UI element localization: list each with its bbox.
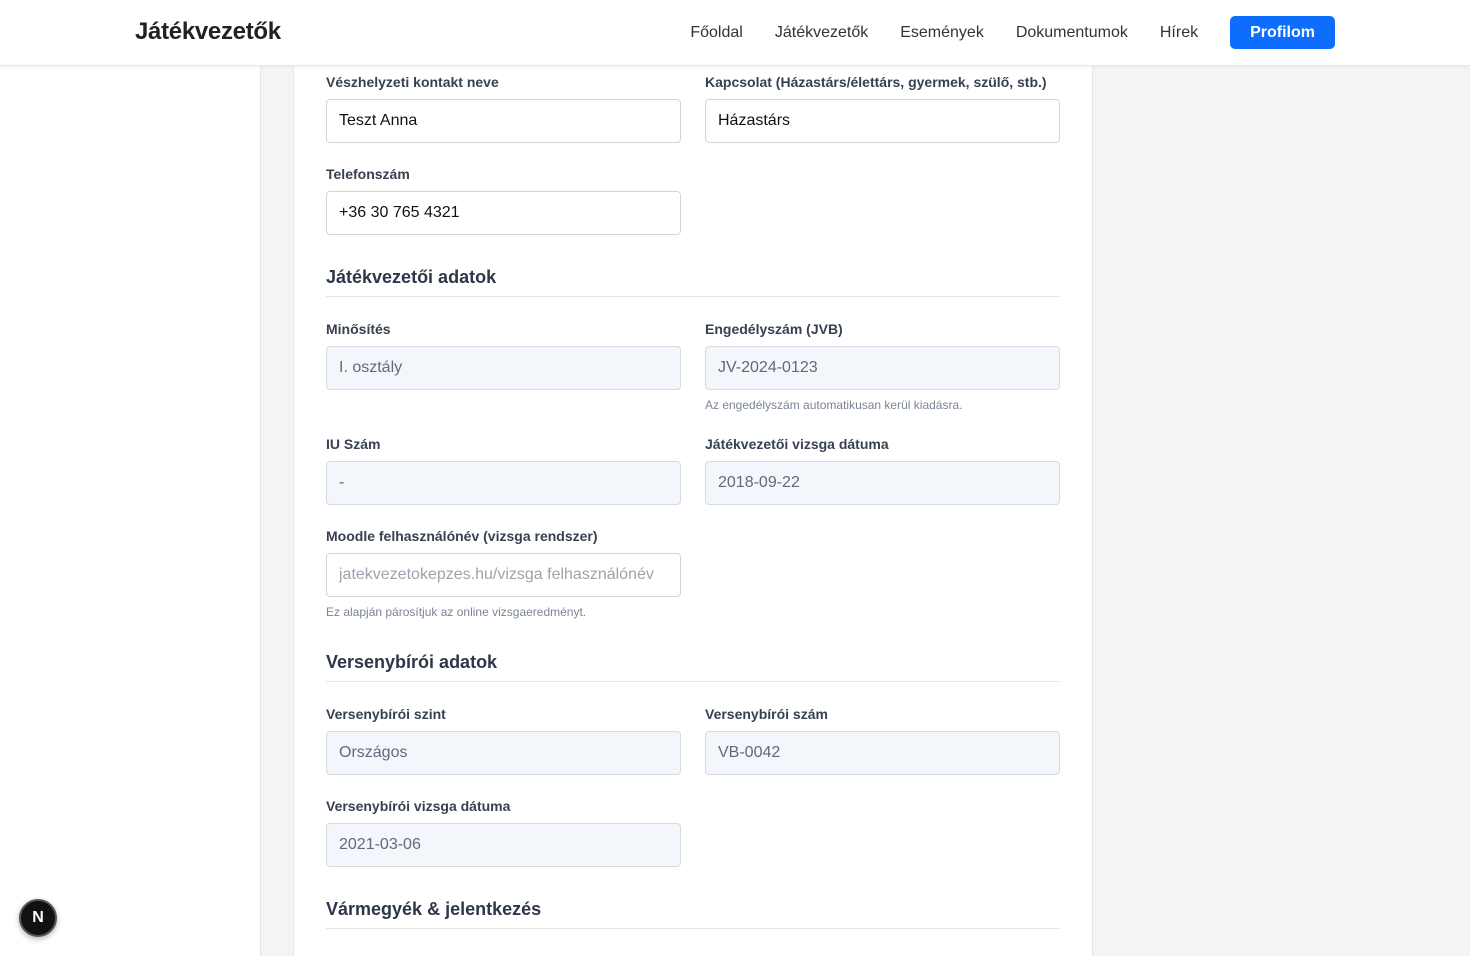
emergency-relation-label: Kapcsolat (Házastárs/élettárs, gyermek, … bbox=[705, 74, 1047, 90]
counties-section-title: Vármegyék & jelentkezés bbox=[326, 899, 1060, 929]
competition-section-title: Versenybírói adatok bbox=[326, 652, 1060, 682]
competition-exam-date-field: Versenybírói vizsga dátuma bbox=[326, 798, 681, 867]
moodle-help-text: Ez alapján párosítjuk az online vizsgaer… bbox=[326, 605, 587, 619]
emergency-phone-label: Telefonszám bbox=[326, 166, 410, 182]
emergency-contact-name-input[interactable] bbox=[326, 99, 681, 143]
page-background-left bbox=[0, 66, 260, 956]
emergency-relation-field: Kapcsolat (Házastárs/élettárs, gyermek, … bbox=[705, 74, 1060, 143]
side-rail bbox=[260, 66, 293, 956]
iu-number-field: IU Szám bbox=[326, 436, 681, 505]
moodle-username-label: Moodle felhasználónév (vizsga rendszer) bbox=[326, 528, 598, 544]
moodle-username-field: Moodle felhasználónév (vizsga rendszer) … bbox=[326, 528, 681, 619]
license-help-text: Az engedélyszám automatikusan kerül kiad… bbox=[705, 398, 963, 412]
iu-number-label: IU Szám bbox=[326, 436, 381, 452]
competition-number-input[interactable] bbox=[705, 731, 1060, 775]
license-label: Engedélyszám (JVB) bbox=[705, 321, 843, 337]
competition-number-field: Versenybírói szám bbox=[705, 706, 1060, 775]
license-field: Engedélyszám (JVB) Az engedélyszám autom… bbox=[705, 321, 1060, 412]
rating-field: Minősítés bbox=[326, 321, 681, 390]
license-input[interactable] bbox=[705, 346, 1060, 390]
moodle-username-input[interactable] bbox=[326, 553, 681, 597]
top-navbar: Játékvezetők Főoldal Játékvezetők Esemén… bbox=[0, 0, 1470, 66]
iu-number-input[interactable] bbox=[326, 461, 681, 505]
competition-level-label: Versenybírói szint bbox=[326, 706, 446, 722]
emergency-phone-field: Telefonszám bbox=[326, 166, 681, 235]
competition-exam-date-label: Versenybírói vizsga dátuma bbox=[326, 798, 511, 814]
emergency-phone-input[interactable] bbox=[326, 191, 681, 235]
brand-title[interactable]: Játékvezetők bbox=[135, 18, 281, 46]
emergency-contact-name-field: Vészhelyzeti kontakt neve bbox=[326, 74, 681, 143]
referee-exam-date-label: Játékvezetői vizsga dátuma bbox=[705, 436, 889, 452]
competition-exam-date-input[interactable] bbox=[326, 823, 681, 867]
referee-exam-date-field: Játékvezetői vizsga dátuma bbox=[705, 436, 1060, 505]
nextjs-dev-badge[interactable]: N bbox=[19, 899, 57, 937]
nav-link-documents[interactable]: Dokumentumok bbox=[1016, 17, 1128, 49]
profile-button[interactable]: Profilom bbox=[1230, 16, 1335, 49]
emergency-relation-input[interactable] bbox=[705, 99, 1060, 143]
referee-section-title: Játékvezetői adatok bbox=[326, 267, 1060, 297]
rating-label: Minősítés bbox=[326, 321, 391, 337]
nav-link-events[interactable]: Események bbox=[900, 17, 984, 49]
page-background-right bbox=[1093, 66, 1470, 956]
emergency-contact-name-label: Vészhelyzeti kontakt neve bbox=[326, 74, 499, 90]
competition-level-field: Versenybírói szint bbox=[326, 706, 681, 775]
nav-link-news[interactable]: Hírek bbox=[1160, 17, 1198, 49]
rating-input[interactable] bbox=[326, 346, 681, 390]
competition-level-input[interactable] bbox=[326, 731, 681, 775]
referee-exam-date-input[interactable] bbox=[705, 461, 1060, 505]
nav-link-referees[interactable]: Játékvezetők bbox=[775, 17, 868, 49]
competition-number-label: Versenybírói szám bbox=[705, 706, 828, 722]
main-nav: Főoldal Játékvezetők Események Dokumentu… bbox=[690, 16, 1335, 49]
nav-link-home[interactable]: Főoldal bbox=[690, 17, 742, 49]
